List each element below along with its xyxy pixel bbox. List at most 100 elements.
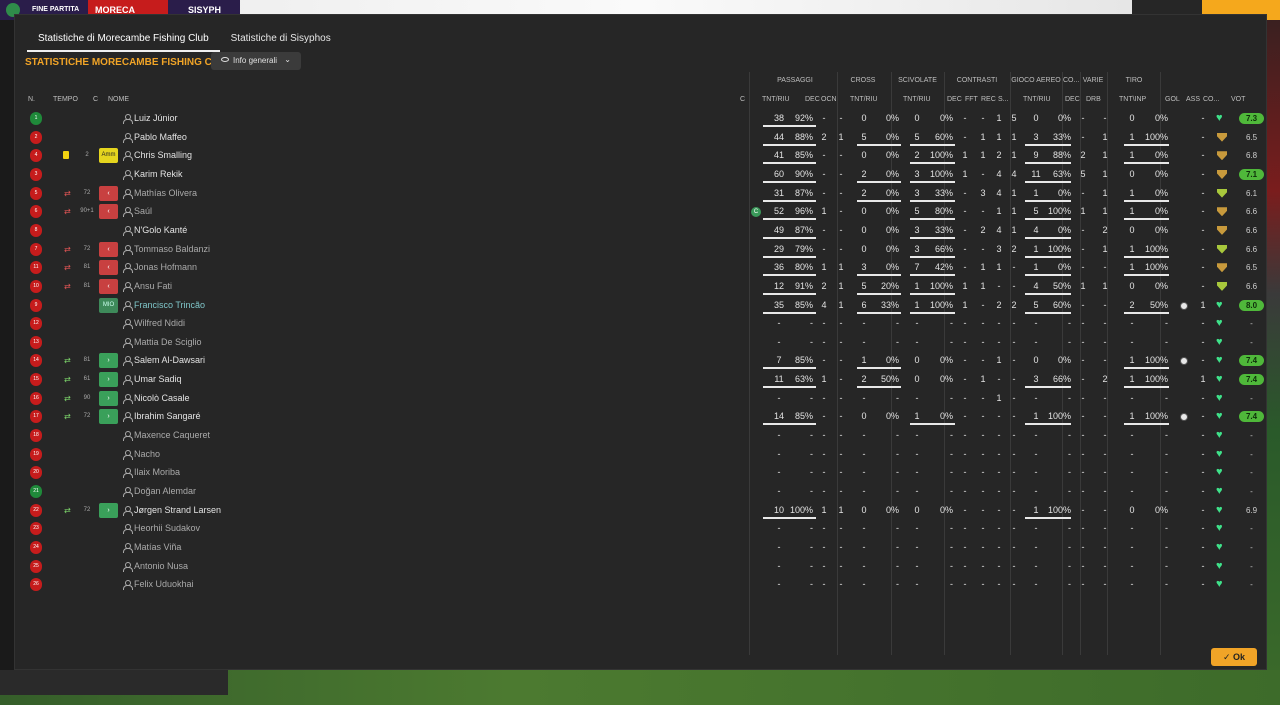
sub-in-button[interactable]: ›: [99, 409, 118, 425]
chances-created: -: [839, 206, 843, 217]
table-row[interactable]: 5 ⇄ 72 ‹ Mathías Olivera 31 87% - -2 0% 3 33% -3 4 1 1 0…: [27, 185, 1257, 203]
sub-out-button[interactable]: ‹: [99, 204, 118, 220]
player-name[interactable]: Nacho: [134, 449, 160, 459]
table-row[interactable]: 1 Luiz Júnior 38 92% - -0 0% 0 0% - -1 5 0 0% - -0 0% - ♥ 7…: [27, 110, 1264, 128]
player-icon: [123, 393, 133, 404]
assists: -: [1201, 430, 1205, 441]
column-header-dec[interactable]: DEC: [805, 96, 820, 103]
column-header-co-dec[interactable]: DEC: [1065, 96, 1080, 103]
column-header-c[interactable]: C: [93, 96, 98, 103]
table-row[interactable]: 23 Heorhii Sudakov - - - - - - - - - - - - - - - - - - - ♥ -: [27, 520, 1253, 538]
table-row[interactable]: 17 ⇄ 72 › Ibrahim Sangaré 14 85% - -0 0% 1 0% - - - -1 1…: [27, 408, 1264, 426]
player-name[interactable]: Karim Rekik: [134, 169, 183, 179]
player-name[interactable]: Francisco Trincão: [134, 300, 205, 310]
sub-out-button[interactable]: ‹: [99, 260, 118, 276]
crosses-percent: -: [896, 392, 899, 403]
player-name[interactable]: Chris Smalling: [134, 150, 192, 160]
player-name[interactable]: Felix Uduokhai: [134, 579, 194, 589]
aerial-bar: [1025, 199, 1071, 202]
table-row[interactable]: 3 Karim Rekik 60 90% - -2 0% 3 100% 1-4 4 11 63% 5 1 0 0…: [27, 166, 1264, 184]
column-header-tiro[interactable]: TNT\INP: [1119, 96, 1146, 103]
column-header-n[interactable]: N.: [28, 96, 35, 103]
player-name[interactable]: Nicolò Casale: [134, 393, 190, 403]
table-row[interactable]: 11 ⇄ 81 ‹ Jonas Hofmann 36 80% 1 1 3 0% 7 42% -1 1-1 0%…: [27, 259, 1257, 277]
column-header-gol[interactable]: GOL: [1165, 96, 1180, 103]
aerial-percent: 0%: [1057, 113, 1071, 123]
goal-ball-icon: [1180, 413, 1188, 422]
table-row[interactable]: 18 Maxence Caqueret - - - - - - - - - - - - - - - - - - - ♥ -: [27, 427, 1253, 445]
column-header-fft[interactable]: FFT: [965, 96, 978, 103]
player-name[interactable]: Mattia De Sciglio: [134, 337, 202, 347]
player-name[interactable]: Maxence Caqueret: [134, 430, 210, 440]
tab-morecambe-stats[interactable]: Statistiche di Morecambe Fishing Club: [27, 28, 220, 52]
column-header-drb[interactable]: DRB: [1086, 96, 1101, 103]
player-name[interactable]: Umar Sadiq: [134, 374, 182, 384]
column-header-c-dec[interactable]: DEC: [947, 96, 962, 103]
sub-out-button[interactable]: ‹: [99, 185, 118, 201]
table-row[interactable]: 9 MIO Francisco Trincão 35 85% 4 1 6 33% 1 100% 1-2…: [27, 297, 1264, 315]
player-name[interactable]: Matías Viña: [134, 542, 181, 552]
table-row[interactable]: 4 2 Amm Chris Smalling 41 85% - -0 0% 2 100% 1 1 2 1 9 8…: [27, 147, 1257, 165]
player-name[interactable]: Jonas Hofmann: [134, 262, 197, 272]
column-header-ass[interactable]: ASS: [1186, 96, 1200, 103]
view-dropdown[interactable]: Info generali ⌄: [211, 52, 301, 70]
contrasts-s: -: [1012, 579, 1016, 590]
column-header-s[interactable]: S...: [998, 96, 1009, 103]
table-row[interactable]: 15 ⇄ 61 › Umar Sadiq 11 63% 1-2 50% 0 0% -1- -3 66% -2…: [27, 371, 1264, 389]
sub-in-button[interactable]: ›: [99, 353, 118, 369]
column-header-cap[interactable]: C: [740, 96, 745, 103]
table-row[interactable]: 22 ⇄ 72 › Jørgen Strand Larsen 10 100% 1 1 0 0% 0 0%…: [27, 502, 1257, 520]
player-name[interactable]: Antonio Nusa: [134, 561, 188, 571]
player-name[interactable]: Ibrahim Sangaré: [134, 411, 201, 421]
player-name[interactable]: Mathías Olivera: [134, 188, 197, 198]
player-name[interactable]: Saúl: [134, 206, 152, 216]
column-header-rec[interactable]: REC: [981, 96, 996, 103]
column-header-cross[interactable]: TNT/RIU: [850, 96, 878, 103]
column-header-occ[interactable]: OCN: [821, 96, 837, 103]
table-row[interactable]: 10 ⇄ 81 ‹ Ansu Fati 12 91% 2 1 5 20% 1 100% 1 1- -4 50% 1…: [27, 278, 1257, 296]
column-header-co2[interactable]: CO...: [1203, 96, 1219, 103]
column-header-sciv[interactable]: TNT/RIU: [903, 96, 931, 103]
sub-out-button[interactable]: ‹: [99, 241, 118, 257]
table-row[interactable]: 13 Mattia De Sciglio - - - - - - - - - - - - - - - - - - - ♥ -: [27, 334, 1253, 352]
column-header-pass[interactable]: TNT/RIU: [762, 96, 790, 103]
player-name[interactable]: Heorhii Sudakov: [134, 523, 200, 533]
player-name[interactable]: Tommaso Baldanzi: [134, 244, 210, 254]
table-row[interactable]: 26 Felix Uduokhai - - - - - - - - - - - - - - - - - - - ♥ -: [27, 576, 1253, 594]
ok-button[interactable]: ✓ Ok: [1211, 648, 1257, 666]
morale-heart-icon: ♥: [1216, 317, 1223, 330]
table-row[interactable]: 21 Doğan Alemdar - - - - - - - - - - - - - - - - - - - ♥ -: [27, 483, 1253, 501]
table-row[interactable]: 12 Wilfred Ndidi - - - - - - - - - - - - - - - - - - - ♥ -: [27, 315, 1253, 333]
table-row[interactable]: 16 ⇄ 90 › Nicolò Casale - - - - - - - - - -1- - - - - - - - ♥ -: [27, 390, 1253, 408]
table-row[interactable]: 7 ⇄ 72 ‹ Tommaso Baldanzi 29 79% - -0 0% 3 66% - -3 2 1…: [27, 241, 1257, 259]
tackles-percent: 42%: [934, 262, 953, 273]
sub-in-button[interactable]: ›: [99, 502, 118, 518]
table-row[interactable]: 2 Pablo Maffeo 44 88% 2 1 5 0% 5 60% -1 1 1 3 33% -1 1 10…: [27, 129, 1257, 147]
player-name[interactable]: N'Golo Kanté: [134, 225, 187, 235]
player-name[interactable]: Jørgen Strand Larsen: [134, 505, 221, 515]
table-row[interactable]: 25 Antonio Nusa - - - - - - - - - - - - - - - - - - - ♥ -: [27, 558, 1253, 576]
player-name[interactable]: Pablo Maffeo: [134, 132, 187, 142]
table-row[interactable]: 6 ⇄ 90+1 ‹ Saúl C 52 96% 1-0 0% 5 80% - -1 1 5 100% 1 1 1 0%…: [27, 203, 1257, 221]
sub-in-button[interactable]: ›: [99, 372, 118, 388]
player-name[interactable]: Ansu Fati: [134, 281, 172, 291]
player-name[interactable]: Doğan Alemdar: [134, 486, 196, 496]
player-name[interactable]: Luiz Júnior: [134, 113, 178, 123]
co-dec: -: [1081, 560, 1085, 571]
table-row[interactable]: 8 N'Golo Kanté 49 87% - -0 0% 3 33% -2 4 1 4 0% -2 0 0% -…: [27, 222, 1257, 240]
sub-in-button[interactable]: ›: [99, 390, 118, 406]
column-header-tempo[interactable]: TEMPO: [53, 96, 78, 103]
column-header-nome[interactable]: NOME: [108, 96, 129, 103]
player-name[interactable]: Salem Al-Dawsari: [134, 355, 205, 365]
sub-out-button[interactable]: ‹: [99, 278, 118, 294]
table-row[interactable]: 19 Nacho - - - - - - - - - - - - - - - - - - - ♥ -: [27, 446, 1253, 464]
column-header-vot[interactable]: VOT: [1231, 96, 1245, 103]
column-header-aereo[interactable]: TNT/RIU: [1023, 96, 1051, 103]
table-row[interactable]: 24 Matías Viña - - - - - - - - - - - - - - - - - - - ♥ -: [27, 539, 1253, 557]
tab-sisyphos-stats[interactable]: Statistiche di Sisyphos: [220, 28, 342, 52]
table-row[interactable]: 14 ⇄ 81 › Salem Al-Dawsari 7 85% - -1 0% 0 0% - -1-0 0…: [27, 352, 1264, 370]
table-row[interactable]: 20 Ilaix Moriba - - - - - - - - - - - - - - - - - - - ♥ -: [27, 464, 1253, 482]
player-name[interactable]: Ilaix Moriba: [134, 467, 180, 477]
player-name[interactable]: Wilfred Ndidi: [134, 318, 185, 328]
player-icon: [123, 431, 133, 442]
